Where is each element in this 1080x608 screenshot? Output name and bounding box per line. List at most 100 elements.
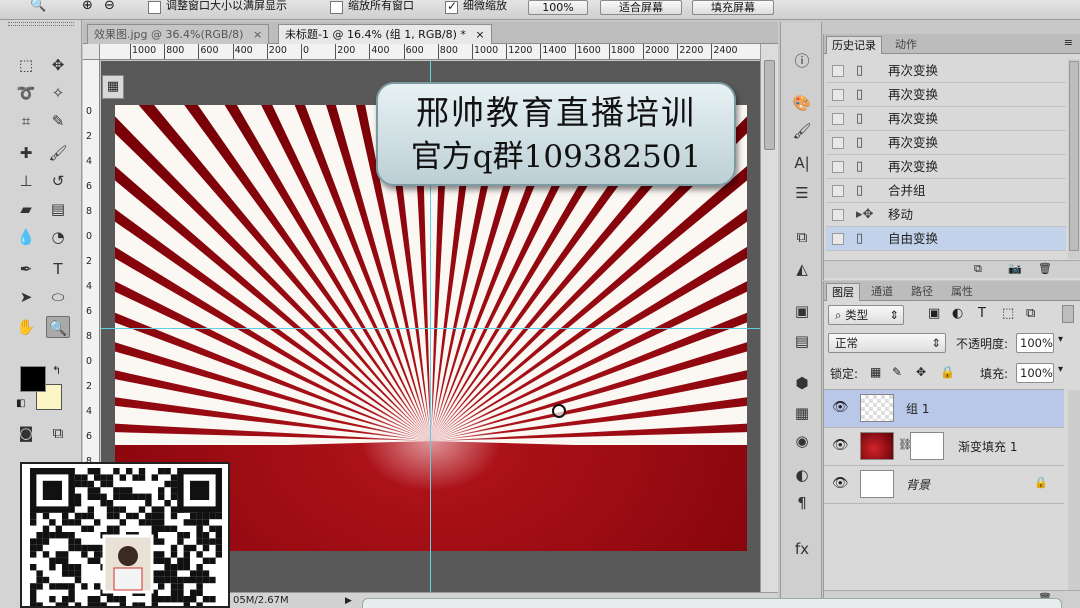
foreground-color-swatch[interactable] bbox=[20, 366, 46, 392]
lock-image-icon[interactable]: ✎ bbox=[892, 365, 902, 379]
zoom-100-button[interactable]: 100% bbox=[528, 0, 588, 15]
layer-name[interactable]: 渐变填充 1 bbox=[958, 428, 1017, 466]
ruler-horizontal[interactable]: 1000 800 600 400 200 0 200 400 600 800 1000 1200 140… bbox=[100, 44, 760, 60]
tab-properties[interactable]: 属性 bbox=[946, 283, 978, 301]
ruler-origin[interactable] bbox=[83, 44, 100, 60]
crop-tool-icon[interactable]: ⌗ bbox=[14, 110, 38, 132]
layer-row-background[interactable]: 👁 背景 🔒 bbox=[824, 466, 1064, 504]
history-scrollbar-thumb[interactable] bbox=[1069, 61, 1079, 251]
clone-source-icon[interactable]: ⧉ bbox=[791, 226, 813, 248]
default-colors-icon[interactable]: ◧ bbox=[16, 398, 25, 409]
dodge-tool-icon[interactable]: ◔ bbox=[46, 226, 70, 248]
blur-tool-icon[interactable]: 💧 bbox=[14, 226, 38, 248]
ellipse-tool-icon[interactable]: ⬭ bbox=[46, 286, 70, 308]
history-source-checkbox[interactable] bbox=[832, 233, 844, 245]
layer-name[interactable]: 背景 bbox=[906, 466, 930, 504]
notes-icon[interactable]: ▤ bbox=[791, 330, 813, 352]
snapshot-camera-icon[interactable]: 📷 bbox=[1008, 262, 1022, 275]
quick-mask-icon[interactable]: ◙ bbox=[14, 422, 38, 444]
swatches-icon[interactable]: ◐ bbox=[791, 464, 813, 486]
layer-row-group-1[interactable]: 👁 组 1 bbox=[824, 390, 1064, 428]
swap-colors-icon[interactable]: ↰ bbox=[52, 364, 61, 377]
fit-screen-button[interactable]: 适合屏幕 bbox=[600, 0, 682, 15]
tab-layers[interactable]: 图层 bbox=[826, 283, 860, 301]
tab-untitled-1[interactable]: 未标题-1 @ 16.4% (组 1, RGB/8) * × bbox=[278, 24, 492, 44]
history-item[interactable]: ▸✥ 移动 bbox=[826, 203, 1066, 227]
tab-actions[interactable]: 动作 bbox=[890, 36, 922, 54]
history-item[interactable]: ▯ 再次变换 bbox=[826, 155, 1066, 179]
filter-adjustment-icon[interactable]: ◐ bbox=[952, 306, 963, 321]
zoom-tool-icon[interactable]: 🔍 bbox=[30, 0, 46, 12]
styles-icon[interactable]: ◭ bbox=[791, 258, 813, 280]
move-tool-icon[interactable]: ✥ bbox=[46, 54, 70, 76]
clone-stamp-icon[interactable]: ⊥ bbox=[14, 170, 38, 192]
trash-icon[interactable]: 🗑 bbox=[1038, 262, 1052, 275]
history-item-selected[interactable]: ▯ 自由变换 bbox=[826, 227, 1066, 251]
history-item[interactable]: ▯ 再次变换 bbox=[826, 107, 1066, 131]
blend-mode-select[interactable]: 正常 ⇕ bbox=[828, 333, 946, 353]
layer-filter-select[interactable]: ⌕ 类型 ⇕ bbox=[828, 305, 904, 325]
eye-icon[interactable]: 👁 bbox=[832, 438, 849, 453]
history-brush-icon[interactable]: ↺ bbox=[46, 170, 70, 192]
grid-panel-icon[interactable]: ▦ bbox=[102, 75, 124, 99]
type-tool-icon[interactable]: T bbox=[46, 258, 70, 280]
info-icon[interactable]: ⓘ bbox=[791, 50, 813, 72]
fill-input[interactable]: 100% bbox=[1016, 363, 1054, 383]
vertical-scrollbar[interactable] bbox=[760, 44, 778, 592]
layers-scrollbar[interactable] bbox=[1068, 390, 1080, 590]
lock-position-icon[interactable]: ✥ bbox=[916, 365, 926, 379]
tab-effect-image[interactable]: 效果图.jpg @ 36.4%(RGB/8) × bbox=[87, 24, 270, 44]
scrubby-zoom-checkbox[interactable] bbox=[445, 0, 458, 14]
eye-icon[interactable]: 👁 bbox=[832, 400, 849, 415]
color-palette-icon[interactable]: 🎨 bbox=[791, 92, 813, 114]
layer-mask-thumbnail[interactable] bbox=[910, 432, 944, 460]
history-source-checkbox[interactable] bbox=[832, 65, 844, 77]
healing-brush-icon[interactable]: ✚ bbox=[14, 142, 38, 164]
history-source-checkbox[interactable] bbox=[832, 113, 844, 125]
screen-mode-icon[interactable]: ⧉ bbox=[46, 422, 70, 444]
timeline-icon[interactable]: ▦ bbox=[791, 402, 813, 424]
adjustments-icon[interactable]: ☰ bbox=[791, 182, 813, 204]
history-scrollbar[interactable] bbox=[1068, 59, 1080, 259]
eraser-tool-icon[interactable]: ▰ bbox=[14, 198, 38, 220]
zoom-all-windows-checkbox[interactable] bbox=[330, 1, 343, 14]
panel-menu-icon[interactable]: ≡ bbox=[1064, 36, 1073, 49]
fill-screen-button[interactable]: 填充屏幕 bbox=[692, 0, 774, 15]
hand-tool-icon[interactable]: ✋ bbox=[14, 316, 38, 338]
history-item[interactable]: ▯ 再次变换 bbox=[826, 59, 1066, 83]
history-source-checkbox[interactable] bbox=[832, 161, 844, 173]
actions-fx-icon[interactable]: fx bbox=[791, 538, 813, 560]
status-arrow-icon[interactable]: ▶ bbox=[345, 593, 352, 608]
character-icon[interactable]: A| bbox=[791, 152, 813, 174]
brush-tool-icon[interactable]: 🖌 bbox=[46, 142, 70, 164]
panel-grip[interactable] bbox=[8, 22, 74, 26]
eye-icon[interactable]: 👁 bbox=[832, 476, 849, 491]
new-document-from-state-icon[interactable]: ⧉ bbox=[974, 262, 982, 276]
close-icon[interactable]: × bbox=[475, 28, 484, 41]
tab-channels[interactable]: 通道 bbox=[866, 283, 898, 301]
layer-row-gradient-fill[interactable]: 👁 ⛓ 渐变填充 1 bbox=[824, 428, 1064, 466]
fill-dropdown-icon[interactable]: ▾ bbox=[1058, 364, 1063, 375]
filter-pixel-icon[interactable]: ▣ bbox=[928, 306, 940, 321]
kuler-icon[interactable]: ◉ bbox=[791, 430, 813, 452]
opacity-dropdown-icon[interactable]: ▾ bbox=[1058, 334, 1063, 345]
history-item[interactable]: ▯ 合并组 bbox=[826, 179, 1066, 203]
zoom-out-icon[interactable]: ⊖ bbox=[104, 0, 115, 12]
filter-type-icon[interactable]: T bbox=[978, 306, 986, 321]
gradient-tool-icon[interactable]: ▤ bbox=[46, 198, 70, 220]
tab-paths[interactable]: 路径 bbox=[906, 283, 938, 301]
paragraph-icon[interactable]: ¶ bbox=[791, 492, 813, 514]
lasso-tool-icon[interactable]: ➰ bbox=[14, 82, 38, 104]
navigator-icon[interactable]: ▣ bbox=[791, 300, 813, 322]
lock-transparency-icon[interactable]: ▦ bbox=[870, 365, 881, 379]
zoom-tool-active-icon[interactable]: 🔍 bbox=[46, 316, 70, 338]
3d-icon[interactable]: ⬢ bbox=[791, 372, 813, 394]
zoom-in-icon[interactable]: ⊕ bbox=[82, 0, 93, 12]
pen-tool-icon[interactable]: ✒ bbox=[14, 258, 38, 280]
layer-name[interactable]: 组 1 bbox=[906, 390, 929, 428]
history-source-checkbox[interactable] bbox=[832, 137, 844, 149]
history-item[interactable]: ▯ 再次变换 bbox=[826, 83, 1066, 107]
history-source-checkbox[interactable] bbox=[832, 89, 844, 101]
scrollbar-thumb[interactable] bbox=[764, 60, 775, 150]
marquee-tool-icon[interactable]: ⬚ bbox=[14, 54, 38, 76]
